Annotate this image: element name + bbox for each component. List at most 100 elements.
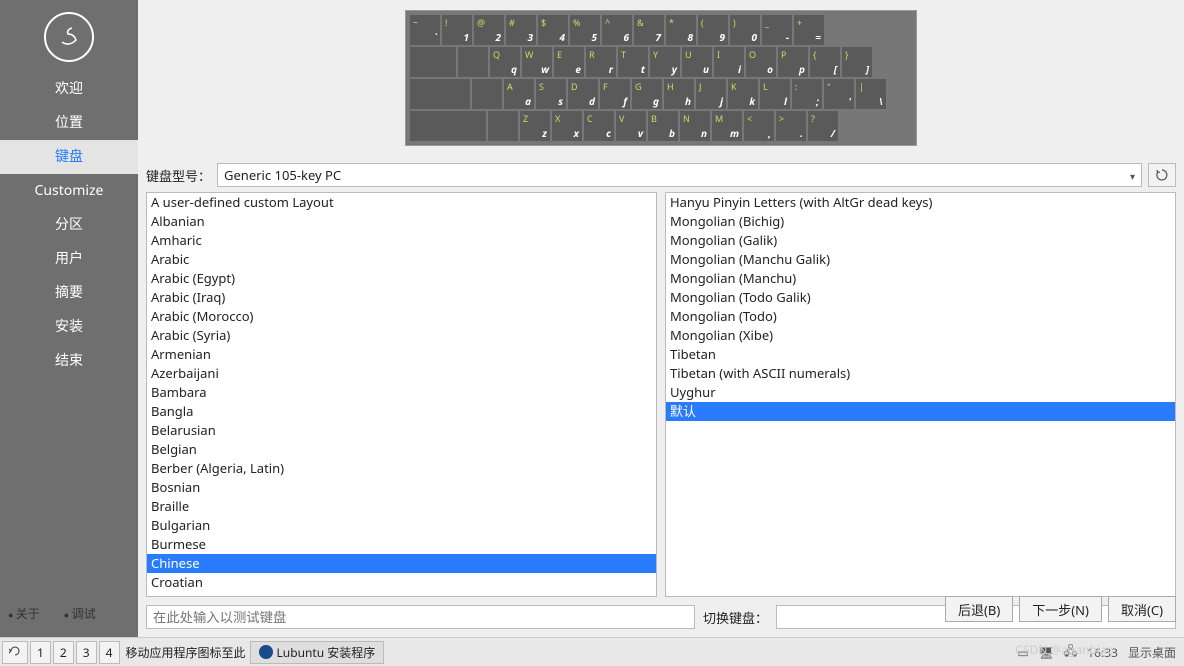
key: +=	[794, 15, 824, 45]
test-input[interactable]	[146, 605, 695, 629]
chevron-down-icon	[1130, 166, 1135, 184]
key: Gg	[632, 79, 662, 109]
list-item[interactable]: 默认	[666, 402, 1175, 421]
key: Tt	[618, 47, 648, 77]
next-button[interactable]: 下一步(N)	[1019, 596, 1102, 622]
list-item[interactable]: Bosnian	[147, 478, 656, 497]
list-item[interactable]: Berber (Algeria, Latin)	[147, 459, 656, 478]
list-item[interactable]: Mongolian (Xibe)	[666, 326, 1175, 345]
list-item[interactable]: Tibetan (with ASCII numerals)	[666, 364, 1175, 383]
key: $4	[538, 15, 568, 45]
tray-icon[interactable]: 🖧	[1064, 642, 1077, 663]
key: Zz	[520, 111, 550, 141]
key: Hh	[664, 79, 694, 109]
sidebar-item-8[interactable]: 结束	[0, 344, 138, 378]
key: Yy	[650, 47, 680, 77]
wizard-buttons: 后退(B) 下一步(N) 取消(C)	[945, 596, 1176, 622]
key: Mm	[712, 111, 742, 141]
sidebar-item-6[interactable]: 摘要	[0, 276, 138, 310]
sidebar-item-4[interactable]: 分区	[0, 208, 138, 242]
key	[472, 79, 502, 109]
key: Jj	[696, 79, 726, 109]
tray-icon[interactable]: 🖥	[1039, 644, 1054, 661]
desktop-switch-3[interactable]: 3	[76, 641, 97, 664]
list-item[interactable]: Arabic (Morocco)	[147, 307, 656, 326]
back-button[interactable]: 后退(B)	[945, 596, 1013, 622]
list-item[interactable]: Arabic (Iraq)	[147, 288, 656, 307]
desktop-switch-2[interactable]: 2	[53, 641, 74, 664]
list-item[interactable]: Mongolian (Galik)	[666, 231, 1175, 250]
list-item[interactable]: Chinese	[147, 554, 656, 573]
sidebar-item-2[interactable]: 键盘	[0, 140, 138, 174]
list-item[interactable]: Albanian	[147, 212, 656, 231]
key: Oo	[746, 47, 776, 77]
variants-list[interactable]: Hanyu Pinyin Letters (with AltGr dead ke…	[665, 192, 1176, 597]
list-item[interactable]: Arabic (Syria)	[147, 326, 656, 345]
list-item[interactable]: Burmese	[147, 535, 656, 554]
list-item[interactable]: Mongolian (Manchu Galik)	[666, 250, 1175, 269]
key	[458, 47, 488, 77]
key: Cc	[584, 111, 614, 141]
layouts-list[interactable]: A user-defined custom LayoutAlbanianAmha…	[146, 192, 657, 597]
key: {[	[810, 47, 840, 77]
menu-icon[interactable]	[2, 641, 28, 664]
list-item[interactable]: Armenian	[147, 345, 656, 364]
sidebar-item-1[interactable]: 位置	[0, 106, 138, 140]
key: <,	[744, 111, 774, 141]
key: Ss	[536, 79, 566, 109]
show-desktop[interactable]: 显示桌面	[1128, 644, 1176, 661]
desktop-switch-1[interactable]: 1	[30, 641, 51, 664]
key: Ii	[714, 47, 744, 77]
key: *8	[666, 15, 696, 45]
key: Qq	[490, 47, 520, 77]
list-item[interactable]: Mongolian (Manchu)	[666, 269, 1175, 288]
key: Rr	[586, 47, 616, 77]
key: (9	[698, 15, 728, 45]
model-combo[interactable]: Generic 105-key PC	[217, 163, 1142, 187]
key: Ww	[522, 47, 552, 77]
desktop-switch-4[interactable]: 4	[99, 641, 120, 664]
list-item[interactable]: Belarusian	[147, 421, 656, 440]
list-item[interactable]: Tibetan	[666, 345, 1175, 364]
keyboard-preview-wrap: ~`!1@2#3$4%5^6&7*8(9)0_-+=QqWwEeRrTtYyUu…	[138, 0, 1184, 158]
keyboard-preview: ~`!1@2#3$4%5^6&7*8(9)0_-+=QqWwEeRrTtYyUu…	[405, 10, 917, 146]
list-item[interactable]: Azerbaijani	[147, 364, 656, 383]
list-item[interactable]: Amharic	[147, 231, 656, 250]
key: _-	[762, 15, 792, 45]
list-item[interactable]: Mongolian (Todo Galik)	[666, 288, 1175, 307]
taskbar-hint: 移动应用程序图标至此	[126, 644, 246, 661]
list-item[interactable]: Mongolian (Bichig)	[666, 212, 1175, 231]
switch-label: 切换键盘：	[703, 608, 768, 627]
sidebar: 欢迎位置键盘Customize分区用户摘要安装结束	[0, 0, 138, 637]
model-row: 键盘型号： Generic 105-key PC	[138, 158, 1184, 192]
list-item[interactable]: Arabic	[147, 250, 656, 269]
list-item[interactable]: Croatian	[147, 573, 656, 592]
list-item[interactable]: Braille	[147, 497, 656, 516]
taskbar-app[interactable]: Lubuntu 安装程序	[250, 641, 385, 664]
list-item[interactable]: Bangla	[147, 402, 656, 421]
cancel-button[interactable]: 取消(C)	[1108, 596, 1176, 622]
sidebar-item-0[interactable]: 欢迎	[0, 72, 138, 106]
debug-link[interactable]: 调试	[64, 605, 96, 622]
list-item[interactable]: Uyghur	[666, 383, 1175, 402]
list-item[interactable]: Mongolian (Todo)	[666, 307, 1175, 326]
list-item[interactable]: Hanyu Pinyin Letters (with AltGr dead ke…	[666, 193, 1175, 212]
key: >.	[776, 111, 806, 141]
key: Xx	[552, 111, 582, 141]
list-item[interactable]: Belgian	[147, 440, 656, 459]
about-link[interactable]: 关于	[8, 605, 40, 622]
reload-button[interactable]	[1148, 163, 1176, 187]
sidebar-item-7[interactable]: 安装	[0, 310, 138, 344]
list-item[interactable]: Bulgarian	[147, 516, 656, 535]
key	[488, 111, 518, 141]
main-panel: ~`!1@2#3$4%5^6&7*8(9)0_-+=QqWwEeRrTtYyUu…	[138, 0, 1184, 637]
model-value: Generic 105-key PC	[224, 166, 341, 184]
list-item[interactable]: Bambara	[147, 383, 656, 402]
sidebar-item-5[interactable]: 用户	[0, 242, 138, 276]
list-item[interactable]: A user-defined custom Layout	[147, 193, 656, 212]
list-item[interactable]: Arabic (Egypt)	[147, 269, 656, 288]
tray-icon[interactable]: ▭	[1017, 644, 1028, 661]
key: Bb	[648, 111, 678, 141]
sidebar-item-3[interactable]: Customize	[0, 174, 138, 208]
model-label: 键盘型号：	[146, 166, 211, 185]
